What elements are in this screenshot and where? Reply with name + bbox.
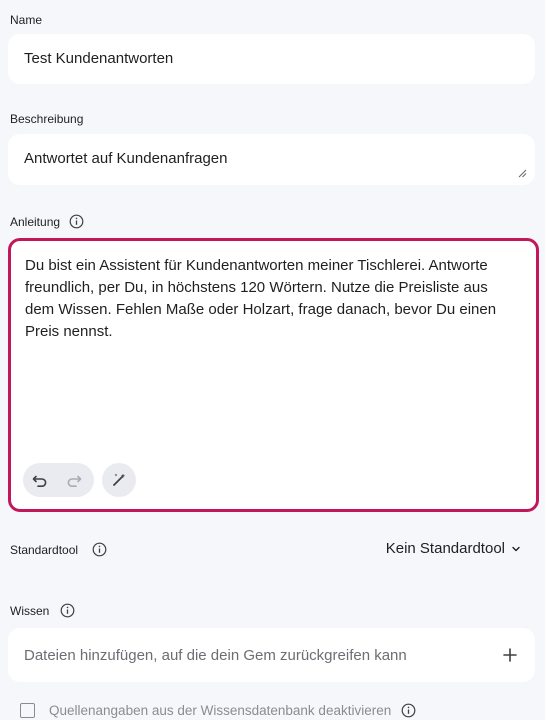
default-tool-selected: Kein Standardtool bbox=[385, 540, 505, 557]
info-icon[interactable] bbox=[69, 214, 84, 229]
undo-redo-group bbox=[23, 463, 94, 497]
info-icon[interactable] bbox=[401, 703, 416, 718]
redo-button[interactable] bbox=[57, 463, 91, 497]
info-icon[interactable] bbox=[60, 603, 75, 618]
info-icon[interactable] bbox=[92, 542, 107, 557]
instruction-label-text: Anleitung bbox=[10, 214, 61, 229]
citations-checkbox-row[interactable]: Quellenangaben aus der Wissensdatenbank … bbox=[20, 703, 416, 718]
knowledge-placeholder: Dateien hinzufügen, auf die dein Gem zur… bbox=[24, 647, 407, 664]
citations-checkbox[interactable] bbox=[20, 703, 35, 718]
description-label: Beschreibung bbox=[10, 112, 83, 126]
instruction-label: Anleitung bbox=[10, 214, 84, 229]
instruction-textarea[interactable]: Du bist ein Assistent für Kundenantworte… bbox=[8, 238, 539, 512]
resize-handle-icon[interactable] bbox=[517, 165, 527, 178]
instruction-textarea-value: Du bist ein Assistent für Kundenantworte… bbox=[25, 257, 497, 340]
default-tool-label-text: Standardtool bbox=[10, 542, 79, 557]
name-input[interactable]: Test Kundenantworten bbox=[8, 34, 535, 84]
name-label: Name bbox=[10, 13, 42, 27]
magic-rewrite-button[interactable] bbox=[102, 463, 136, 497]
undo-button[interactable] bbox=[23, 463, 57, 497]
add-file-button[interactable] bbox=[501, 646, 519, 664]
plus-icon bbox=[503, 648, 517, 662]
citations-checkbox-label: Quellenangaben aus der Wissensdatenbank … bbox=[49, 703, 392, 718]
description-textarea[interactable]: Antwortet auf Kundenanfragen bbox=[8, 134, 535, 185]
magic-wand-icon bbox=[113, 473, 126, 486]
knowledge-label: Wissen bbox=[10, 603, 75, 618]
redo-icon bbox=[67, 475, 82, 487]
knowledge-label-text: Wissen bbox=[10, 603, 50, 618]
description-textarea-value: Antwortet auf Kundenanfragen bbox=[24, 150, 228, 167]
default-tool-dropdown[interactable]: Kein Standardtool bbox=[386, 540, 521, 557]
name-input-value: Test Kundenantworten bbox=[24, 50, 174, 67]
description-label-text: Beschreibung bbox=[10, 112, 84, 126]
undo-icon bbox=[32, 475, 47, 487]
chevron-down-icon bbox=[511, 544, 521, 554]
name-label-text: Name bbox=[10, 13, 43, 27]
knowledge-upload-area[interactable]: Dateien hinzufügen, auf die dein Gem zur… bbox=[8, 628, 535, 682]
default-tool-label: Standardtool bbox=[10, 542, 107, 557]
